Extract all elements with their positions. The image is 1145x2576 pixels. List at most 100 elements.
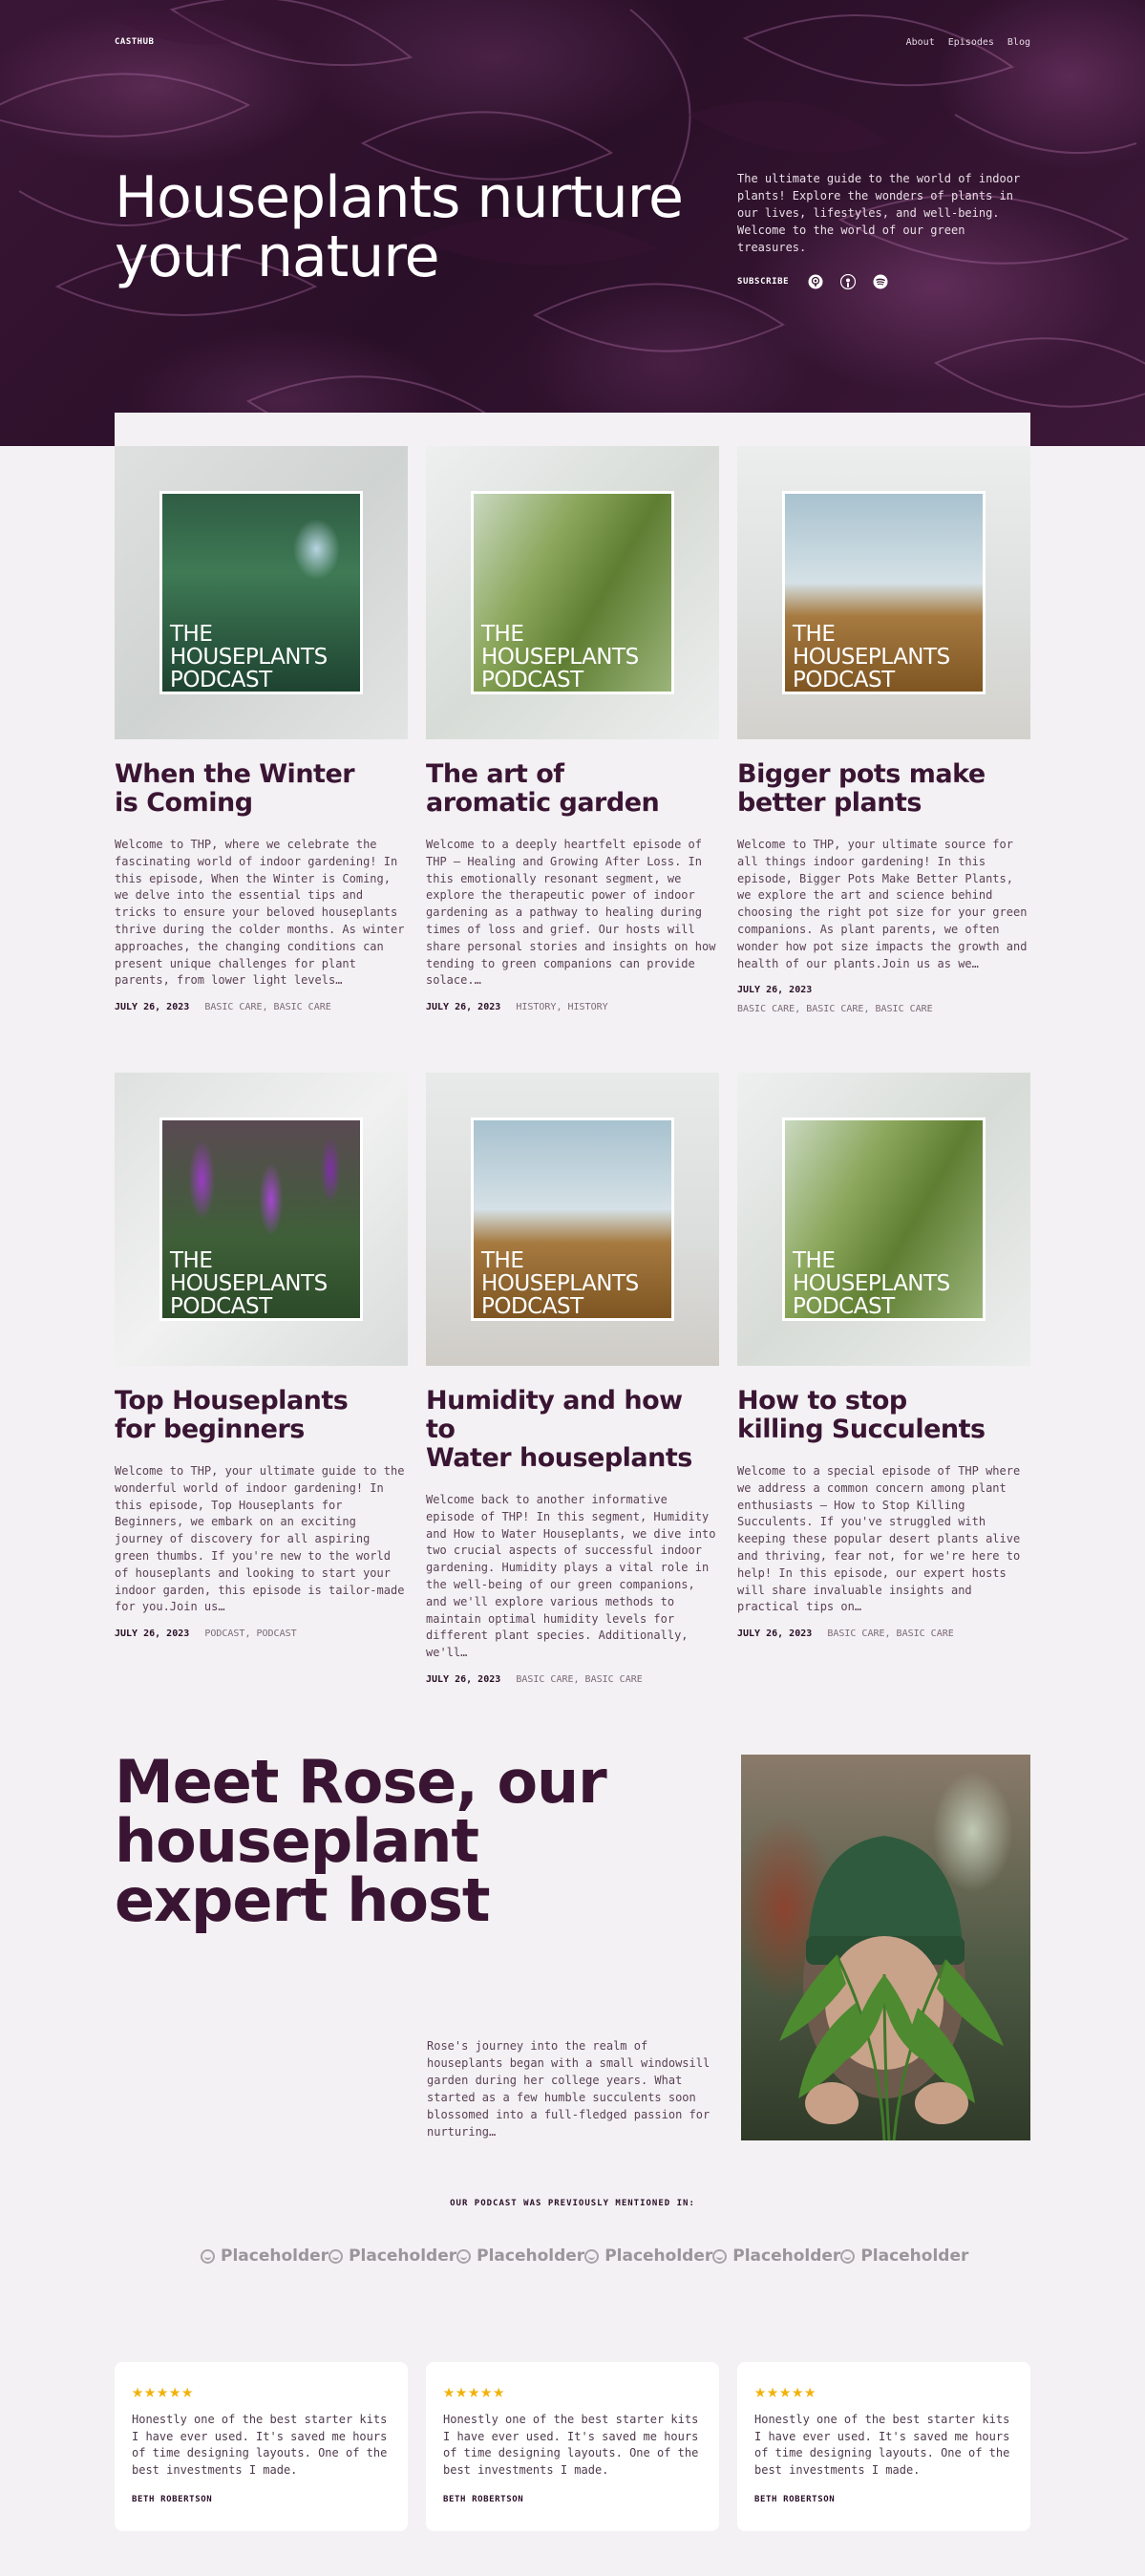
episode-description: Welcome to THP, your ultimate source for… — [737, 838, 1028, 970]
testimonial-card: ★★★★★ Honestly one of the best starter k… — [115, 2362, 408, 2531]
testimonial-card: ★★★★★ Honestly one of the best starter k… — [737, 2362, 1030, 2531]
testimonial-author: BETH ROBERTSON — [132, 2495, 213, 2505]
podcast-cover: THE HOUSEPLANTS PODCAST — [471, 1118, 674, 1321]
podcast-cover: THE HOUSEPLANTS PODCAST — [782, 491, 986, 694]
hero-section: CASTHUB About Episodes Blog Houseplants … — [0, 0, 1145, 446]
mention-logo-text: Placeholder — [221, 2246, 329, 2266]
placeholder-logo-icon — [201, 2248, 215, 2264]
episode-card[interactable]: THE HOUSEPLANTS PODCAST The art of aroma… — [426, 446, 719, 1014]
episode-date: JULY 26, 2023 — [115, 1002, 190, 1013]
placeholder-logo-icon — [329, 2248, 344, 2264]
episode-date: JULY 26, 2023 — [115, 1629, 190, 1640]
episode-meta: JULY 26, 2023 BASIC CARE, BASIC CARE — [426, 1673, 719, 1687]
spotify-icon[interactable] — [873, 274, 888, 289]
episode-meta: JULY 26, 2023 HISTORY, HISTORY — [426, 1001, 719, 1014]
testimonial-quote: Honestly one of the best starter kits I … — [754, 2413, 1010, 2477]
episode-thumbnail[interactable]: THE HOUSEPLANTS PODCAST — [737, 1073, 1030, 1366]
host-illustration — [779, 1836, 1004, 2140]
mention-logo-text: Placeholder — [860, 2246, 969, 2266]
episode-title[interactable]: How to stop killing Succulents — [737, 1387, 1030, 1444]
episode-date: JULY 26, 2023 — [737, 985, 813, 996]
episode-title[interactable]: The art of aromatic garden — [426, 760, 719, 818]
subscribe-bar: SUBSCRIBE — [737, 274, 888, 289]
episode-tags[interactable]: HISTORY, HISTORY — [516, 1002, 607, 1012]
episode-meta: JULY 26, 2023 BASIC CARE, BASIC CARE — [737, 1628, 1030, 1641]
episode-description: Welcome to THP, where we celebrate the f… — [115, 838, 405, 988]
episode-tags[interactable]: BASIC CARE, BASIC CARE — [827, 1629, 953, 1639]
cover-text: THE HOUSEPLANTS PODCAST — [481, 1248, 639, 1319]
episode-card[interactable]: THE HOUSEPLANTS PODCAST Top Houseplants … — [115, 1073, 408, 1641]
episode-tags[interactable]: BASIC CARE, BASIC CARE, BASIC CARE — [737, 1003, 1030, 1016]
episode-thumbnail[interactable]: THE HOUSEPLANTS PODCAST — [115, 1073, 408, 1366]
podcast-cover: THE HOUSEPLANTS PODCAST — [782, 1118, 986, 1321]
cover-text: THE HOUSEPLANTS PODCAST — [170, 1248, 328, 1319]
apple-podcasts-icon[interactable] — [808, 274, 823, 289]
host-bio: Rose's journey into the realm of housepl… — [427, 2039, 710, 2139]
mention-logo[interactable]: Placeholder — [712, 2246, 840, 2266]
podcast-icon[interactable] — [840, 274, 857, 289]
cover-text: THE HOUSEPLANTS PODCAST — [481, 622, 639, 692]
podcast-cover: THE HOUSEPLANTS PODCAST — [471, 491, 674, 694]
episode-meta: JULY 26, 2023 BASIC CARE, BASIC CARE, BA… — [737, 984, 1030, 1016]
mention-logo-text: Placeholder — [477, 2246, 585, 2266]
podcast-cover: THE HOUSEPLANTS PODCAST — [159, 1118, 363, 1321]
episode-tags[interactable]: BASIC CARE, BASIC CARE — [516, 1674, 642, 1685]
episode-description: Welcome back to another informative epis… — [426, 1493, 716, 1660]
cover-text: THE HOUSEPLANTS PODCAST — [793, 622, 950, 692]
hero-title: Houseplants nurture your nature — [115, 164, 684, 290]
episode-title[interactable]: When the Winter is Coming — [115, 760, 408, 818]
mentions-logos: Placeholder Placeholder Placeholder Plac… — [201, 2246, 968, 2266]
episode-thumbnail[interactable]: THE HOUSEPLANTS PODCAST — [115, 446, 408, 739]
placeholder-logo-icon — [584, 2248, 600, 2264]
mention-logo-text: Placeholder — [604, 2246, 713, 2266]
host-title: Meet Rose, our houseplant expert host — [115, 1747, 607, 1935]
episode-description: Welcome to a special episode of THP wher… — [737, 1464, 1021, 1614]
episode-thumbnail[interactable]: THE HOUSEPLANTS PODCAST — [426, 446, 719, 739]
cover-text: THE HOUSEPLANTS PODCAST — [170, 622, 328, 692]
nav-blog[interactable]: Blog — [1007, 37, 1030, 48]
mention-logo[interactable]: Placeholder — [456, 2246, 584, 2266]
episode-description: Welcome to a deeply heartfelt episode of… — [426, 838, 716, 988]
mention-logo[interactable]: Placeholder — [329, 2246, 456, 2266]
host-photo — [741, 1755, 1030, 2140]
episode-tags[interactable]: BASIC CARE, BASIC CARE — [204, 1002, 330, 1012]
placeholder-logo-icon — [712, 2248, 728, 2264]
mention-logo[interactable]: Placeholder — [201, 2246, 329, 2266]
episode-thumbnail[interactable]: THE HOUSEPLANTS PODCAST — [737, 446, 1030, 739]
mention-logo-text: Placeholder — [732, 2246, 841, 2266]
episode-thumbnail[interactable]: THE HOUSEPLANTS PODCAST — [426, 1073, 719, 1366]
testimonial-author: BETH ROBERTSON — [443, 2495, 524, 2505]
testimonial-card: ★★★★★ Honestly one of the best starter k… — [426, 2362, 719, 2531]
subscribe-label: SUBSCRIBE — [737, 277, 790, 287]
mentions-label: OUR PODCAST WAS PREVIOUSLY MENTIONED IN: — [450, 2199, 695, 2208]
cover-text: THE HOUSEPLANTS PODCAST — [793, 1248, 950, 1319]
nav-about[interactable]: About — [906, 37, 935, 48]
episode-tags[interactable]: PODCAST, PODCAST — [204, 1629, 296, 1639]
testimonial-quote: Honestly one of the best starter kits I … — [132, 2413, 388, 2477]
mention-logo[interactable]: Placeholder — [584, 2246, 712, 2266]
star-rating-icon: ★★★★★ — [132, 2379, 195, 2402]
mention-logo[interactable]: Placeholder — [840, 2246, 968, 2266]
star-rating-icon: ★★★★★ — [754, 2379, 817, 2402]
main-nav: About Episodes Blog — [906, 37, 1030, 48]
podcast-cover: THE HOUSEPLANTS PODCAST — [159, 491, 363, 694]
episode-card[interactable]: THE HOUSEPLANTS PODCAST When the Winter … — [115, 446, 408, 1014]
episode-date: JULY 26, 2023 — [426, 1673, 501, 1685]
brand-logo[interactable]: CASTHUB — [115, 37, 154, 47]
star-rating-icon: ★★★★★ — [443, 2379, 506, 2402]
episode-date: JULY 26, 2023 — [737, 1629, 813, 1640]
mention-logo-text: Placeholder — [349, 2246, 457, 2266]
episode-card[interactable]: THE HOUSEPLANTS PODCAST Bigger pots make… — [737, 446, 1030, 1016]
hero-description: The ultimate guide to the world of indoo… — [737, 172, 1021, 254]
episode-title[interactable]: Bigger pots make better plants — [737, 760, 1030, 818]
episode-title[interactable]: Top Houseplants for beginners — [115, 1387, 408, 1444]
episode-title[interactable]: Humidity and how to Water houseplants — [426, 1387, 719, 1473]
placeholder-logo-icon — [456, 2248, 472, 2264]
testimonial-quote: Honestly one of the best starter kits I … — [443, 2413, 699, 2477]
nav-episodes[interactable]: Episodes — [948, 37, 994, 48]
placeholder-logo-icon — [840, 2248, 856, 2264]
episode-card[interactable]: THE HOUSEPLANTS PODCAST How to stop kill… — [737, 1073, 1030, 1641]
episode-date: JULY 26, 2023 — [426, 1002, 501, 1013]
episode-card[interactable]: THE HOUSEPLANTS PODCAST Humidity and how… — [426, 1073, 719, 1687]
testimonial-author: BETH ROBERTSON — [754, 2495, 836, 2505]
